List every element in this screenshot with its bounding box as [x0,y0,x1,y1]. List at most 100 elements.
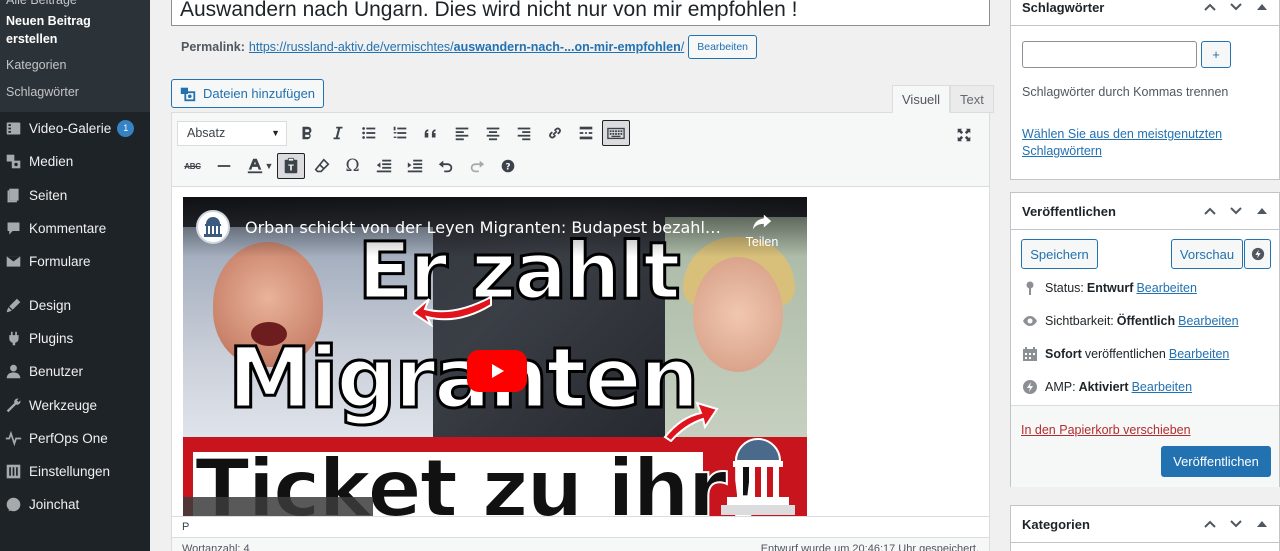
categories-box-controls [1199,513,1273,535]
submenu-all-posts[interactable]: Alle Beiträge [0,0,150,10]
indent-button[interactable] [399,153,430,179]
paste-as-text-button[interactable]: T [277,153,305,179]
submenu-categories[interactable]: Kategorien [0,52,150,79]
add-tag-button[interactable]: + [1201,41,1231,68]
toggle-panel-button[interactable] [1251,200,1273,222]
edit-status-link[interactable]: Bearbeiten [1136,281,1196,295]
align-center-button[interactable] [477,120,508,146]
element-path[interactable]: P [182,521,189,533]
menu-perfops-one[interactable]: PerfOps One [0,422,150,455]
publish-button[interactable]: Veröffentlichen [1161,446,1271,477]
tags-box-header: Schlagwörter [1011,0,1279,26]
joinchat-icon [4,496,22,514]
amp-value: Aktiviert [1078,380,1129,394]
menu-design[interactable]: Design [0,288,150,321]
menu-label: Joinchat [29,497,80,513]
video-share-button[interactable]: Teilen [739,211,785,249]
menu-label: Video-Galerie [29,121,112,137]
menu-pages[interactable]: Seiten [0,179,150,212]
classic-editor: Absatz ▼ ABC ▼ T Ω ? Er zahlt Migranten … [171,112,990,551]
read-more-button[interactable] [570,120,601,146]
permalink-link[interactable]: https://russland-aktiv.de/vermischtes/au… [249,40,684,54]
edit-schedule-link[interactable]: Bearbeiten [1169,347,1229,361]
align-right-icon [517,127,530,141]
move-up-button[interactable] [1199,513,1221,535]
format-select[interactable]: Absatz ▼ [177,120,287,146]
eye-icon [1021,312,1039,330]
redo-icon [470,160,484,173]
fullscreen-button[interactable] [948,122,979,148]
move-down-button[interactable] [1225,0,1247,18]
video-gallery-icon [4,120,22,138]
move-down-button[interactable] [1225,513,1247,535]
pin-icon [1021,279,1039,297]
menu-label: Plugins [29,330,74,346]
video-play-button[interactable] [467,350,527,392]
post-title-input[interactable]: Auswandern nach Ungarn. Dies wird nicht … [171,0,990,26]
amp-preview-button[interactable] [1244,239,1271,269]
edit-amp-link[interactable]: Bearbeiten [1132,380,1192,394]
tags-input[interactable] [1022,41,1197,68]
outdent-button[interactable] [368,153,399,179]
toggle-panel-button[interactable] [1251,513,1273,535]
move-up-button[interactable] [1199,0,1221,18]
menu-label: PerfOps One [29,430,108,446]
menu-settings[interactable]: Einstellungen [0,455,150,488]
undo-button[interactable] [430,153,461,179]
publish-box-controls [1199,200,1273,222]
embedded-video[interactable]: Er zahlt Migranten Ticket zu ihr! Orban … [183,197,807,517]
menu-media[interactable]: Medien [0,145,150,178]
move-down-button[interactable] [1225,200,1247,222]
clear-formatting-button[interactable] [306,153,337,179]
bullet-list-button[interactable] [353,120,384,146]
permalink-edit-button[interactable]: Bearbeiten [688,35,758,59]
tab-visual[interactable]: Visuell [892,85,951,113]
add-media-button[interactable]: Dateien hinzufügen [171,79,325,108]
align-left-button[interactable] [446,120,477,146]
special-character-button[interactable]: Ω [337,153,368,179]
visibility-label: Sichtbarkeit: [1045,314,1114,328]
horizontal-line-button[interactable] [208,153,239,179]
insert-link-button[interactable] [539,120,570,146]
edit-visibility-link[interactable]: Bearbeiten [1178,314,1238,328]
blockquote-button[interactable] [415,120,446,146]
save-draft-button[interactable]: Speichern [1021,239,1098,269]
submenu-new-post[interactable]: Neuen Beitrag erstellen [0,10,150,52]
triangle-up-icon [1257,208,1267,214]
categories-box-title: Kategorien [1022,516,1090,532]
paste-text-icon: T [284,157,298,174]
move-to-trash-link[interactable]: In den Papierkorb verschieben [1021,423,1191,437]
align-right-button[interactable] [508,120,539,146]
menu-video-gallery[interactable]: Video-Galerie 1 [0,112,150,145]
menu-comments[interactable]: Kommentare [0,212,150,245]
menu-forms[interactable]: Formulare [0,245,150,278]
toggle-panel-button[interactable] [1251,0,1273,18]
redo-button[interactable] [461,153,492,179]
bold-button[interactable] [291,120,322,146]
permalink-tail: / [680,40,685,54]
submenu-tags[interactable]: Schlagwörter [0,79,150,106]
italic-button[interactable] [322,120,353,146]
video-title[interactable]: Orban schickt von der Leyen Migranten: B… [245,218,725,237]
channel-avatar[interactable] [196,210,230,244]
video-thumbnail-text-2: Migranten [226,328,700,429]
keyboard-shortcuts-button[interactable]: ? [492,153,523,179]
bullet-list-icon [361,127,375,139]
caret-down-icon: ▼ [264,161,274,171]
preview-button[interactable]: Vorschau [1171,239,1243,269]
text-color-dropdown[interactable]: ▼ [262,153,276,179]
strikethrough-button[interactable]: ABC [177,153,208,179]
popular-tags-link[interactable]: Wählen Sie aus den meistgenutzten Schlag… [1022,126,1252,160]
toolbar-row-2: ABC ▼ T Ω ? [177,153,523,179]
menu-plugins[interactable]: Plugins [0,322,150,355]
move-up-button[interactable] [1199,200,1221,222]
menu-joinchat[interactable]: Joinchat [0,488,150,521]
toolbar-toggle-button[interactable] [602,120,630,146]
menu-tools[interactable]: Werkzeuge [0,388,150,421]
menu-users[interactable]: Benutzer [0,355,150,388]
plugins-icon [4,329,22,347]
perfops-icon [4,429,22,447]
parliament-building-icon [721,437,795,515]
numbered-list-button[interactable] [384,120,415,146]
tab-text[interactable]: Text [950,85,994,113]
